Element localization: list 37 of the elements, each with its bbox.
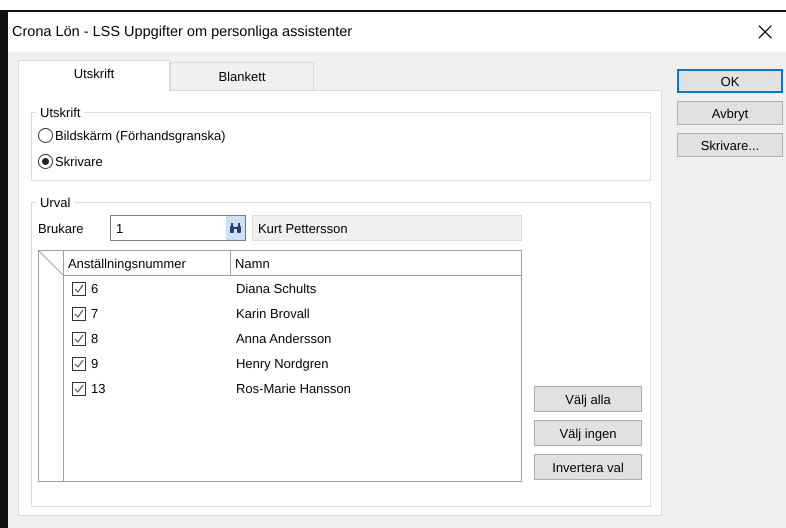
checkbox[interactable]: [72, 282, 86, 296]
list-action-button[interactable]: Invertera val: [534, 454, 642, 480]
table-cell-text: Karin Brovall: [235, 306, 310, 321]
table-cell: 6: [91, 281, 98, 296]
binoculars-icon[interactable]: [226, 216, 245, 240]
group-title: Utskrift: [39, 105, 82, 120]
table-cell: 7: [91, 306, 98, 321]
group-title: Urval: [39, 195, 72, 210]
list-action-button[interactable]: Välj ingen: [534, 420, 642, 446]
radio-option[interactable]: Skrivare: [38, 148, 103, 174]
list-action-button[interactable]: Välj alla: [534, 386, 642, 412]
table-cell-text: Anna Andersson: [235, 331, 332, 346]
checkbox[interactable]: [72, 332, 86, 346]
column-header[interactable]: Namn: [231, 251, 274, 275]
checkbox[interactable]: [72, 382, 86, 396]
table-cell: 13: [91, 381, 106, 396]
tab[interactable]: Blankett: [170, 62, 314, 90]
radio-button[interactable]: [38, 128, 53, 142]
window-title: Crona Lön - LSS Uppgifter om personliga assistenter: [12, 24, 352, 40]
table-cell: 9: [91, 356, 98, 371]
user-name-field: Kurt Pettersson: [252, 215, 522, 241]
dialog-button[interactable]: Avbryt: [677, 101, 783, 125]
checkbox[interactable]: [72, 306, 86, 320]
column-header[interactable]: Anställningsnummer: [64, 251, 231, 275]
dialog-button[interactable]: Skrivare...: [677, 133, 783, 157]
close-button[interactable]: ×: [752, 19, 778, 45]
radio-option[interactable]: Bildskärm (Förhandsgranska): [38, 122, 226, 148]
table-cell-text: Henry Nordgren: [235, 356, 328, 371]
radio-button[interactable]: [38, 154, 53, 168]
table-cell: 8: [91, 331, 98, 346]
table-cell-text: Diana Schults: [235, 281, 316, 296]
dialog-button[interactable]: OK: [677, 69, 783, 93]
tab[interactable]: Utskrift: [18, 60, 170, 91]
checkbox[interactable]: [72, 356, 86, 370]
table-cell-text: Ros-Marie Hansson: [235, 381, 351, 396]
user-input-field[interactable]: 1: [110, 215, 246, 241]
field-label: Brukare: [38, 220, 85, 236]
